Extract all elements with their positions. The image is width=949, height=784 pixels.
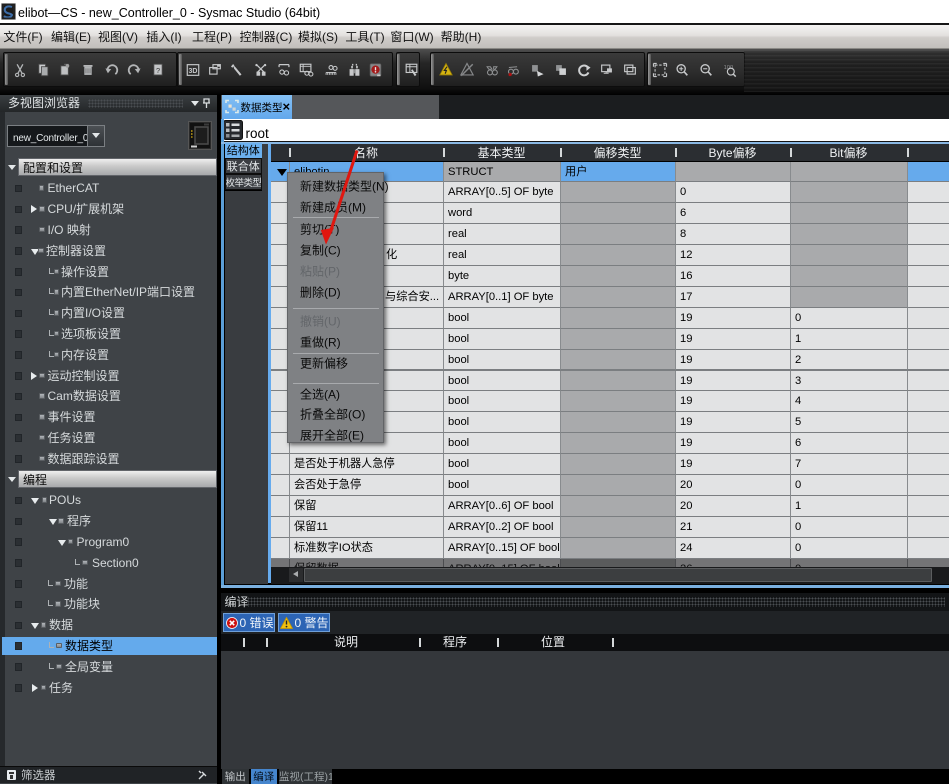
svg-text:3D: 3D [189, 68, 198, 75]
svg-text:?: ? [156, 66, 160, 75]
